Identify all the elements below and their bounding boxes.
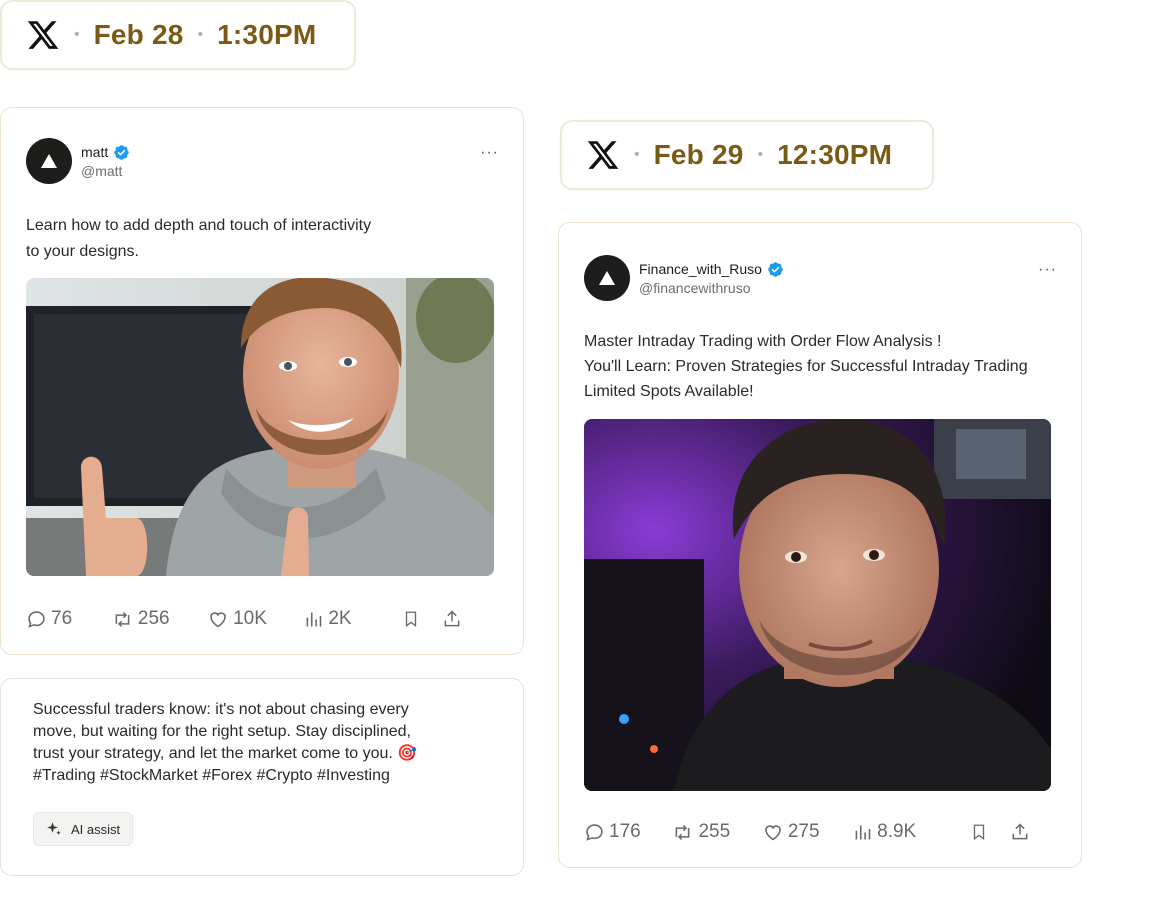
- triangle-logo-icon: [41, 154, 57, 168]
- bookmark-button[interactable]: [402, 609, 442, 629]
- verified-badge-icon: [113, 144, 130, 161]
- like-icon: [765, 824, 781, 840]
- author-handle: @matt: [81, 162, 123, 179]
- schedule-pill-1[interactable]: • Feb 28 • 1:30PM: [0, 0, 356, 70]
- repost-count: 255: [698, 821, 731, 842]
- photo-man-studio: [584, 419, 1051, 791]
- photo-man-thumbs-up: [26, 278, 494, 576]
- like-count: 10K: [233, 608, 267, 629]
- author-handle: @financewithruso: [639, 279, 751, 296]
- author-name[interactable]: Finance_with_Ruso: [639, 261, 762, 277]
- share-icon: [444, 610, 460, 627]
- bookmark-icon: [973, 824, 985, 841]
- reply-button[interactable]: 176: [584, 821, 671, 843]
- repost-icon: [115, 611, 130, 627]
- post-header: Finance_with_Ruso @financewithruso: [584, 255, 784, 301]
- more-icon[interactable]: ···: [480, 144, 499, 162]
- x-logo-icon: [26, 18, 60, 52]
- post-stats: 176 255 275 8.9K: [584, 821, 1034, 843]
- bookmark-button[interactable]: [970, 822, 1010, 842]
- compose-text[interactable]: Successful traders know: it's not about …: [33, 699, 473, 787]
- triangle-logo-icon: [599, 271, 615, 285]
- post-card-matt: matt @matt ··· Learn how to add depth an…: [0, 107, 524, 655]
- reply-button[interactable]: 76: [26, 608, 111, 630]
- post-image[interactable]: [584, 419, 1051, 791]
- schedule-pill-2[interactable]: • Feb 29 • 12:30PM: [560, 120, 934, 190]
- views-button[interactable]: 8.9K: [852, 821, 970, 843]
- views-icon: [306, 612, 322, 626]
- schedule-date: Feb 28: [93, 19, 184, 50]
- share-button[interactable]: [1010, 822, 1034, 842]
- verified-badge-icon: [767, 261, 784, 278]
- repost-icon: [676, 824, 690, 840]
- post-header: matt @matt: [26, 138, 130, 184]
- ai-assist-button[interactable]: AI assist: [33, 812, 134, 846]
- post-text: Learn how to add depth and touch of inte…: [26, 217, 372, 260]
- views-button[interactable]: 2K: [303, 608, 402, 630]
- post-image[interactable]: [26, 278, 494, 576]
- reply-icon: [28, 610, 45, 628]
- separator-dot: •: [197, 26, 204, 43]
- views-icon: [855, 825, 871, 839]
- views-count: 8.9K: [877, 821, 917, 842]
- sparkle-icon: [47, 822, 61, 835]
- avatar[interactable]: [26, 138, 72, 184]
- share-button[interactable]: [442, 609, 466, 629]
- reply-count: 76: [51, 608, 73, 629]
- share-icon: [1012, 823, 1028, 840]
- reply-count: 176: [609, 821, 641, 842]
- views-count: 2K: [328, 608, 352, 629]
- separator-dot: •: [74, 26, 80, 43]
- ai-assist-label: AI assist: [71, 821, 121, 837]
- like-count: 275: [787, 821, 820, 842]
- compose-box[interactable]: Successful traders know: it's not about …: [0, 678, 524, 876]
- repost-button[interactable]: 255: [671, 821, 761, 843]
- repost-button[interactable]: 256: [111, 608, 207, 630]
- separator-dot: •: [634, 146, 640, 163]
- like-button[interactable]: 10K: [207, 608, 303, 630]
- post-text: Master Intraday Trading with Order Flow …: [584, 333, 1028, 400]
- post-stats: 76 256 10K 2K: [26, 608, 466, 630]
- bookmark-icon: [406, 611, 417, 628]
- avatar[interactable]: [584, 255, 630, 301]
- schedule-time: 1:30PM: [217, 19, 317, 50]
- author-name[interactable]: matt: [81, 144, 108, 160]
- post-card-finance: Finance_with_Ruso @financewithruso ··· M…: [558, 222, 1082, 868]
- schedule-time: 12:30PM: [777, 139, 893, 170]
- schedule-date: Feb 29: [653, 139, 744, 170]
- repost-count: 256: [137, 608, 170, 629]
- like-icon: [210, 611, 226, 627]
- like-button[interactable]: 275: [762, 821, 852, 843]
- reply-icon: [586, 823, 603, 841]
- separator-dot: •: [757, 146, 764, 163]
- x-logo-icon: [586, 138, 620, 172]
- more-icon[interactable]: ···: [1038, 261, 1057, 279]
